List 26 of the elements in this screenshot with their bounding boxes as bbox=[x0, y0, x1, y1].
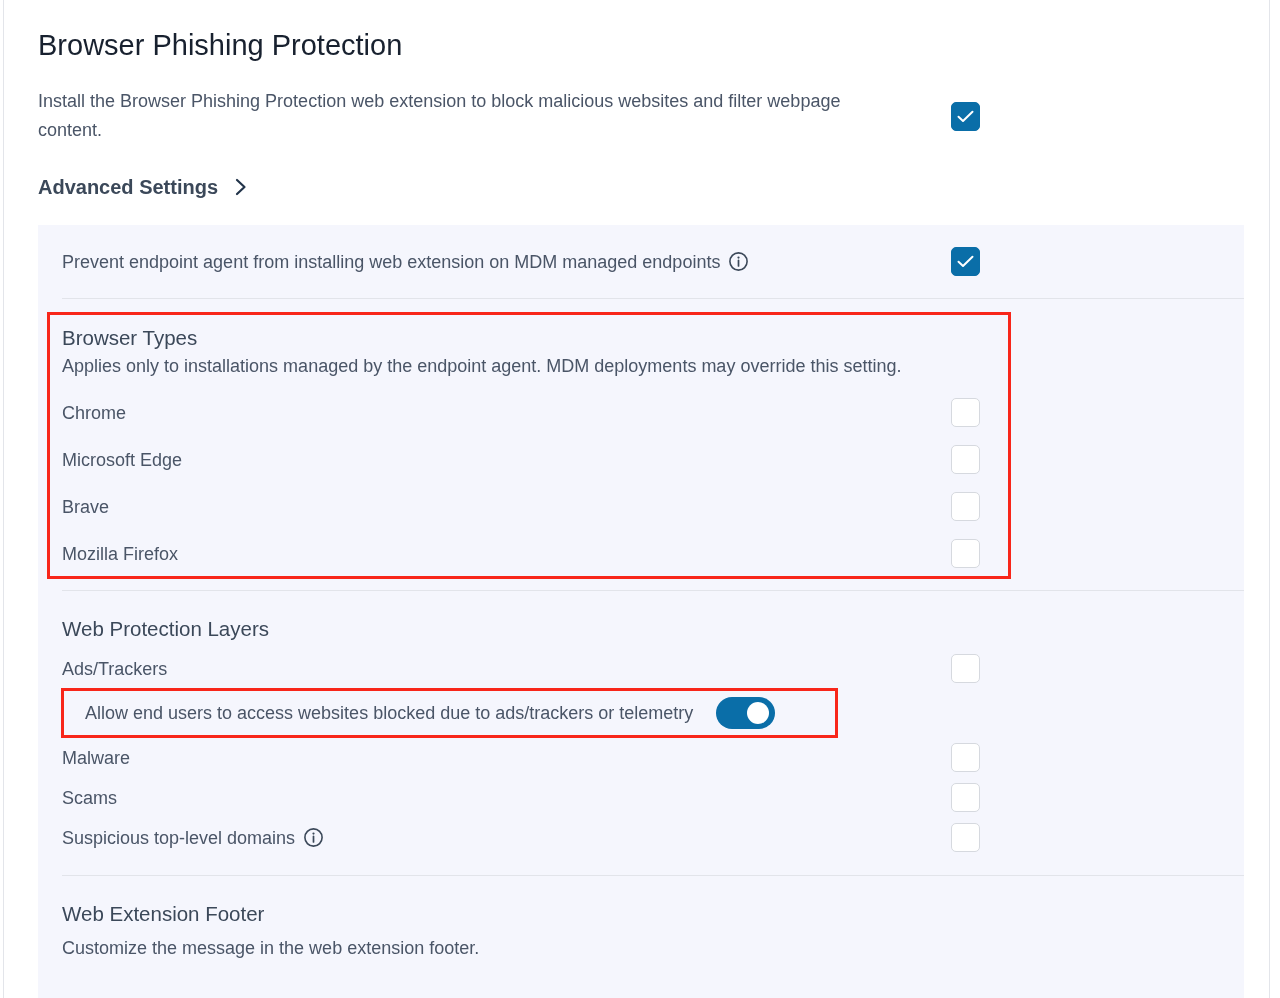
advanced-settings-button[interactable]: Advanced Settings bbox=[38, 173, 248, 201]
info-icon[interactable] bbox=[304, 828, 324, 847]
option-label: Prevent endpoint agent from installing web extension on MDM managed endpoints bbox=[62, 250, 721, 274]
section-heading: Web Protection Layers bbox=[62, 616, 270, 642]
section-description: Applies only to installations managed by the endpoint agent. MDM deployments may override this setting. bbox=[62, 355, 903, 378]
option-label: Brave bbox=[62, 495, 110, 519]
option-label: Microsoft Edge bbox=[62, 448, 183, 472]
chevron-right-icon bbox=[235, 178, 248, 196]
option-label: Malware bbox=[62, 746, 131, 770]
section-heading: Browser Types bbox=[62, 325, 199, 351]
section-heading: Web Extension Footer bbox=[62, 901, 266, 927]
option-label: Mozilla Firefox bbox=[62, 542, 179, 566]
info-icon[interactable] bbox=[729, 252, 749, 271]
check-icon bbox=[957, 255, 974, 268]
option-label: Ads/Trackers bbox=[62, 657, 168, 681]
option-label: Scams bbox=[62, 786, 117, 810]
checkbox[interactable] bbox=[951, 101, 980, 131]
description-text: Install the Browser Phishing Protection web extension to block malicious websites and filter webpage content. bbox=[38, 90, 842, 142]
checkbox[interactable] bbox=[951, 247, 980, 276]
option-label: Chrome bbox=[62, 401, 127, 425]
check-icon bbox=[957, 109, 974, 123]
option-label: Suspicious top-level domains bbox=[62, 826, 296, 850]
option-label: Allow end users to access websites blocked due to ads/trackers or telemetry bbox=[85, 702, 694, 725]
toggle-switch[interactable] bbox=[716, 697, 776, 729]
section-description: Customize the message in the web extension footer. bbox=[62, 937, 481, 960]
page-title: Browser Phishing Protection bbox=[38, 28, 403, 63]
